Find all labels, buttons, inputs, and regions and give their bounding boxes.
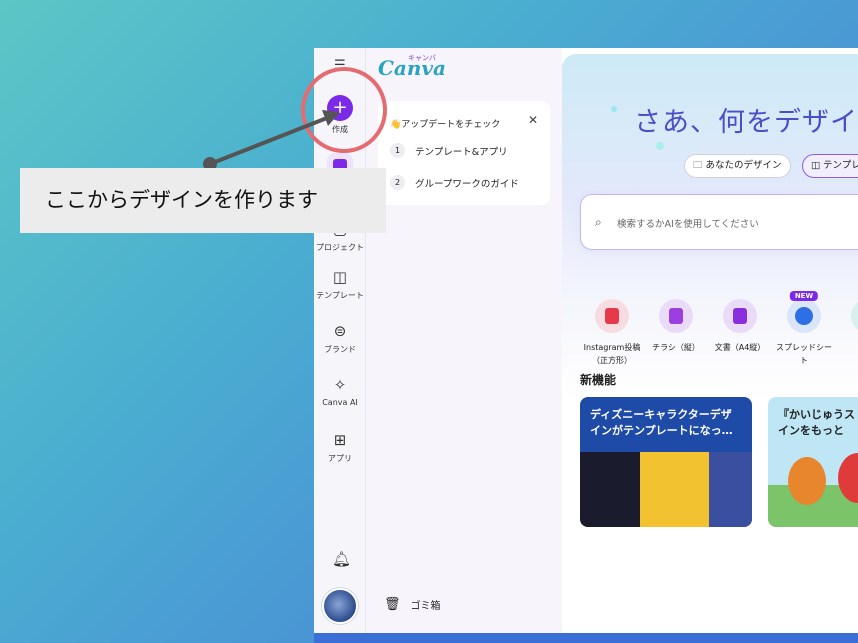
pointer-arrow [203, 110, 340, 171]
tutorial-callout: ここからデザインを作ります [20, 168, 386, 233]
